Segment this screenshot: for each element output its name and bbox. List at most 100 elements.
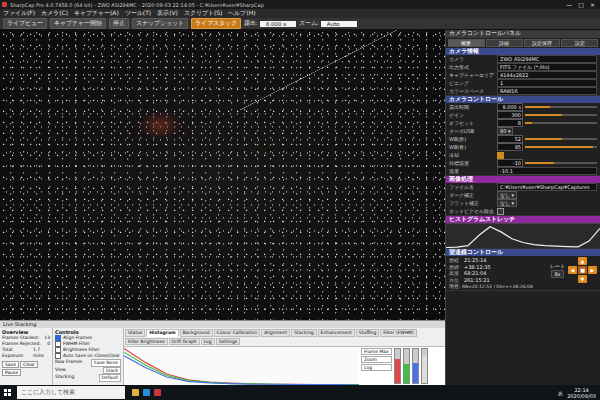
stack-tab[interactable]: Stacking: [291, 329, 316, 337]
sharpcap-window: SharpCap Pro 4.0.7458.0 (64 bit) - ZWO A…: [0, 0, 600, 400]
explorer-icon[interactable]: [132, 389, 139, 396]
panel-tab[interactable]: 概要: [448, 39, 485, 47]
direction-button[interactable]: ▲: [578, 257, 587, 265]
menu-item[interactable]: ツール(T): [125, 9, 151, 18]
menu-item[interactable]: キャプチャー(A): [74, 9, 119, 18]
section-header[interactable]: カメラ情報: [446, 48, 600, 55]
stack-tab[interactable]: Alignment: [261, 329, 290, 337]
window-control[interactable]: □: [578, 1, 584, 8]
stack-button[interactable]: Save: [2, 361, 19, 368]
control-field: Raw FramesSave None: [55, 359, 121, 367]
section-header[interactable]: カメラコントロール: [446, 96, 600, 103]
menu-item[interactable]: スクリプト(S): [184, 9, 223, 18]
coordinate-row: 高度68:21:04: [449, 270, 547, 277]
control-checkbox[interactable]: Brightness Filter: [55, 347, 121, 353]
browser-icon[interactable]: [143, 389, 150, 396]
control-slider[interactable]: [525, 114, 597, 116]
menu-item[interactable]: ヘルプ(H): [228, 9, 255, 18]
toolbar-field-value[interactable]: 8.000 s: [260, 21, 296, 27]
control-value[interactable]: 52: [497, 135, 523, 143]
histogram-series: [124, 356, 359, 385]
direction-button[interactable]: ◀: [568, 266, 577, 274]
histogram-option[interactable]: Frame Max: [361, 348, 392, 355]
taskbar-search[interactable]: ここに入力して検索: [17, 386, 125, 399]
control-checkbox[interactable]: FWHM Filter: [55, 341, 121, 347]
toolbar-button[interactable]: キャプチャー開始: [50, 18, 106, 29]
stack-tab[interactable]: Histogram: [146, 329, 178, 337]
histogram-series: [124, 352, 359, 384]
control-value[interactable]: -10: [497, 159, 523, 167]
windows-start-icon[interactable]: [0, 385, 14, 400]
ime-indicator[interactable]: あ: [558, 390, 563, 396]
control-row: WB(赤)52: [446, 135, 600, 143]
histogram-option[interactable]: Log: [361, 364, 392, 371]
control-value[interactable]: 95: [497, 143, 523, 151]
menu-item[interactable]: カメラ(C): [41, 9, 68, 18]
direction-button[interactable]: ▶: [588, 266, 597, 274]
stack-tab[interactable]: Status: [125, 329, 145, 337]
stack-tab[interactable]: Filter (FWHM): [380, 329, 416, 337]
control-slider[interactable]: [525, 106, 597, 108]
panel-tab[interactable]: 詳細: [486, 39, 523, 47]
toolbar-button[interactable]: ライブスタック: [191, 18, 241, 29]
control-select[interactable]: Save None: [91, 359, 121, 367]
window-control[interactable]: —: [566, 1, 572, 8]
stretch-chart[interactable]: [446, 223, 600, 248]
section-header[interactable]: 望遠鏡コントロール: [446, 249, 600, 256]
coordinate-row: 方位261:15:21: [449, 277, 547, 284]
level-slider[interactable]: [394, 348, 401, 384]
control-slider[interactable]: [525, 122, 597, 124]
control-value[interactable]: 8: [497, 119, 523, 127]
histogram-option[interactable]: Zoom: [361, 356, 392, 363]
menu-item[interactable]: 表示(V): [157, 9, 178, 18]
stack-tab[interactable]: Background: [180, 329, 213, 337]
stack-tab[interactable]: Drift Graph: [169, 338, 200, 346]
level-slider[interactable]: [421, 348, 428, 384]
menu-item[interactable]: ファイル(F): [3, 9, 35, 18]
control-slider[interactable]: [525, 138, 597, 140]
panel-tab[interactable]: 設定: [561, 39, 598, 47]
control-checkbox[interactable]: [497, 152, 504, 159]
toolbar-button[interactable]: スナップショット: [132, 18, 188, 29]
direction-button[interactable]: ▼: [578, 275, 587, 283]
control-select[interactable]: なし ▾: [497, 191, 517, 199]
histogram-chart: [124, 347, 359, 385]
toolbar-button[interactable]: ライブビュー: [3, 18, 47, 29]
stack-tab[interactable]: Colour Calibration: [214, 329, 261, 337]
level-slider[interactable]: [403, 348, 410, 384]
control-slider[interactable]: [525, 146, 597, 148]
control-field: ViewStack: [55, 367, 121, 375]
control-row: ビニング1: [446, 79, 600, 87]
control-row: 温度-10.1: [446, 167, 600, 175]
control-select[interactable]: Default: [99, 374, 121, 382]
clock[interactable]: 22:142020/09/03: [567, 387, 596, 399]
control-select[interactable]: なし ▾: [497, 199, 517, 207]
control-value: ZWO ASI294MC: [497, 55, 597, 63]
control-checkbox[interactable]: Align Frames: [55, 335, 121, 341]
stack-tab[interactable]: Settings: [216, 338, 240, 346]
control-select[interactable]: Stack: [103, 367, 121, 375]
stack-tab[interactable]: Stuffing: [356, 329, 380, 337]
level-slider[interactable]: [412, 348, 419, 384]
direction-button[interactable]: ■: [578, 266, 587, 274]
window-control[interactable]: ×: [590, 1, 595, 8]
control-select[interactable]: 80 ▾: [497, 127, 513, 135]
sharpcap-icon[interactable]: [154, 389, 161, 396]
control-slider[interactable]: [525, 162, 597, 164]
control-value[interactable]: 300: [497, 111, 523, 119]
section-header[interactable]: 画像処理: [446, 176, 600, 183]
stack-button[interactable]: Clear: [20, 361, 38, 368]
control-value[interactable]: 8.000 s: [497, 103, 523, 111]
control-checkbox[interactable]: [497, 208, 504, 215]
stack-tab[interactable]: Log: [201, 338, 215, 346]
toolbar-button[interactable]: 停止: [109, 18, 129, 29]
stack-button[interactable]: Pause: [2, 369, 21, 376]
panel-tab[interactable]: 設定保存: [524, 39, 561, 47]
section-header[interactable]: ヒストグラムストレッチ: [446, 216, 600, 223]
live-image: [0, 30, 445, 320]
control-row: ターボUSB80 ▾: [446, 127, 600, 135]
stack-tab[interactable]: Enhancement: [318, 329, 355, 337]
toolbar-field-value[interactable]: Auto: [321, 21, 357, 27]
stack-tab[interactable]: Filter Brightness: [125, 338, 168, 346]
rate-field[interactable]: レート8x: [550, 263, 565, 278]
